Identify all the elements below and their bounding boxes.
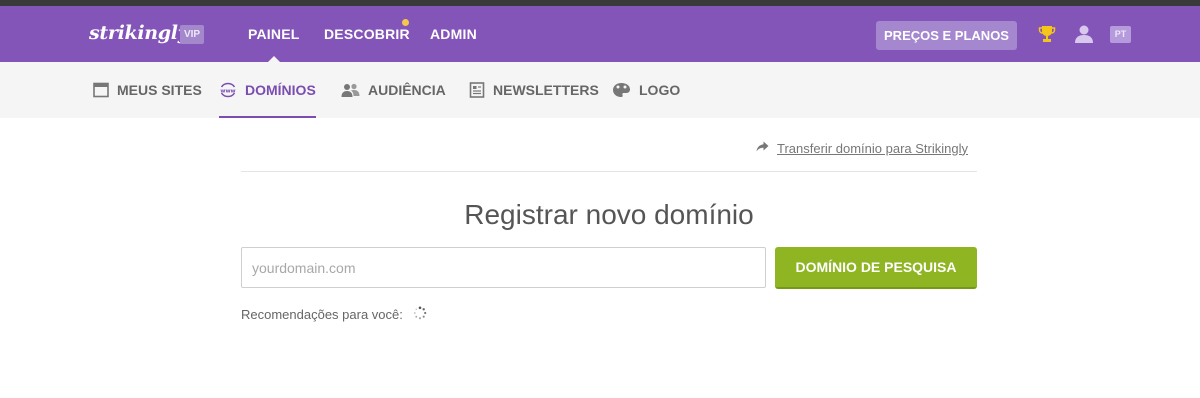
section-divider [241, 171, 977, 172]
domain-search-input[interactable] [241, 247, 766, 288]
recommendations: Recomendações para você: [241, 306, 427, 323]
nav-descobrir[interactable]: DESCOBRIR [324, 26, 410, 42]
transfer-domain-link-wrapper: Transferir domínio para Strikingly [756, 139, 968, 157]
search-domain-button[interactable]: DOMÍNIO DE PESQUISA [775, 247, 977, 289]
subnav-label: DOMÍNIOS [245, 82, 316, 98]
subnav-label: MEUS SITES [117, 82, 202, 98]
www-globe-icon: www [219, 82, 237, 98]
notification-dot [402, 19, 409, 26]
user-icon[interactable] [1074, 24, 1094, 49]
newsletter-icon [469, 82, 485, 98]
strikingly-logo[interactable]: strikingly [89, 22, 189, 44]
vip-badge: VIP [180, 25, 204, 44]
subnav-meus-sites[interactable]: MEUS SITES [93, 62, 202, 118]
language-selector[interactable]: PT [1110, 26, 1131, 43]
nav-admin[interactable]: ADMIN [430, 26, 477, 42]
subnav-label: LOGO [639, 82, 681, 98]
nav-painel[interactable]: PAINEL [248, 26, 300, 62]
pricing-plans-button[interactable]: PREÇOS E PLANOS [876, 21, 1017, 50]
subnav-label: AUDIÊNCIA [368, 82, 446, 98]
top-navbar: strikingly VIP PAINEL DESCOBRIR ADMIN PR… [0, 6, 1200, 62]
subnav-dominios[interactable]: www DOMÍNIOS [219, 62, 316, 118]
share-arrow-icon [756, 139, 769, 157]
subnav-audiencia[interactable]: AUDIÊNCIA [341, 62, 446, 118]
browser-window-icon [93, 82, 109, 98]
page-title: Registrar novo domínio [464, 199, 754, 230]
palette-icon [612, 82, 631, 98]
transfer-domain-link[interactable]: Transferir domínio para Strikingly [777, 141, 968, 156]
people-icon [341, 82, 360, 98]
loading-spinner-icon [413, 306, 427, 323]
subnav-label: NEWSLETTERS [493, 82, 599, 98]
trophy-icon[interactable] [1038, 25, 1056, 48]
sub-navbar: MEUS SITES www DOMÍNIOS AUDIÊNCIA NEWSLE… [0, 62, 1200, 118]
subnav-logo[interactable]: LOGO [612, 62, 680, 118]
svg-text:www: www [220, 88, 235, 94]
subnav-newsletters[interactable]: NEWSLETTERS [469, 62, 599, 118]
recommendations-label: Recomendações para você: [241, 307, 403, 322]
